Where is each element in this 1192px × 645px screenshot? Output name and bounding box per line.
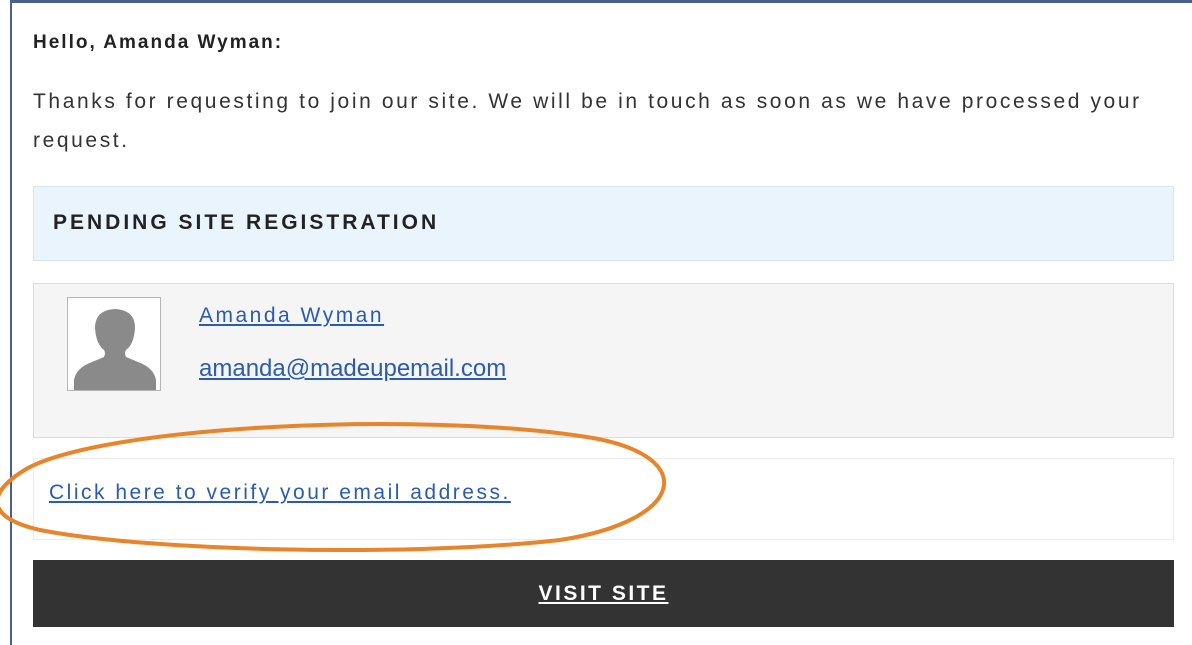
- pending-registration-title: PENDING SITE REGISTRATION: [53, 211, 440, 234]
- pending-registration-banner: PENDING SITE REGISTRATION: [33, 186, 1174, 261]
- greeting-heading: Hello, Amanda Wyman:: [33, 32, 284, 53]
- user-email-link[interactable]: amanda@madeupemail.com: [199, 355, 506, 383]
- visit-site-label: VISIT SITE: [538, 581, 669, 605]
- user-card: Amanda Wyman amanda@madeupemail.com: [33, 283, 1174, 438]
- verify-email-box: Click here to verify your email address.: [33, 458, 1174, 540]
- user-name-link[interactable]: Amanda Wyman: [199, 304, 384, 328]
- window-frame-left-border: [10, 0, 12, 645]
- person-silhouette-icon: [67, 297, 161, 391]
- verify-email-link[interactable]: Click here to verify your email address.: [49, 481, 511, 505]
- intro-message: Thanks for requesting to join our site. …: [33, 90, 1142, 152]
- visit-site-button[interactable]: VISIT SITE: [33, 560, 1174, 627]
- window-frame-top-border: [10, 0, 1192, 3]
